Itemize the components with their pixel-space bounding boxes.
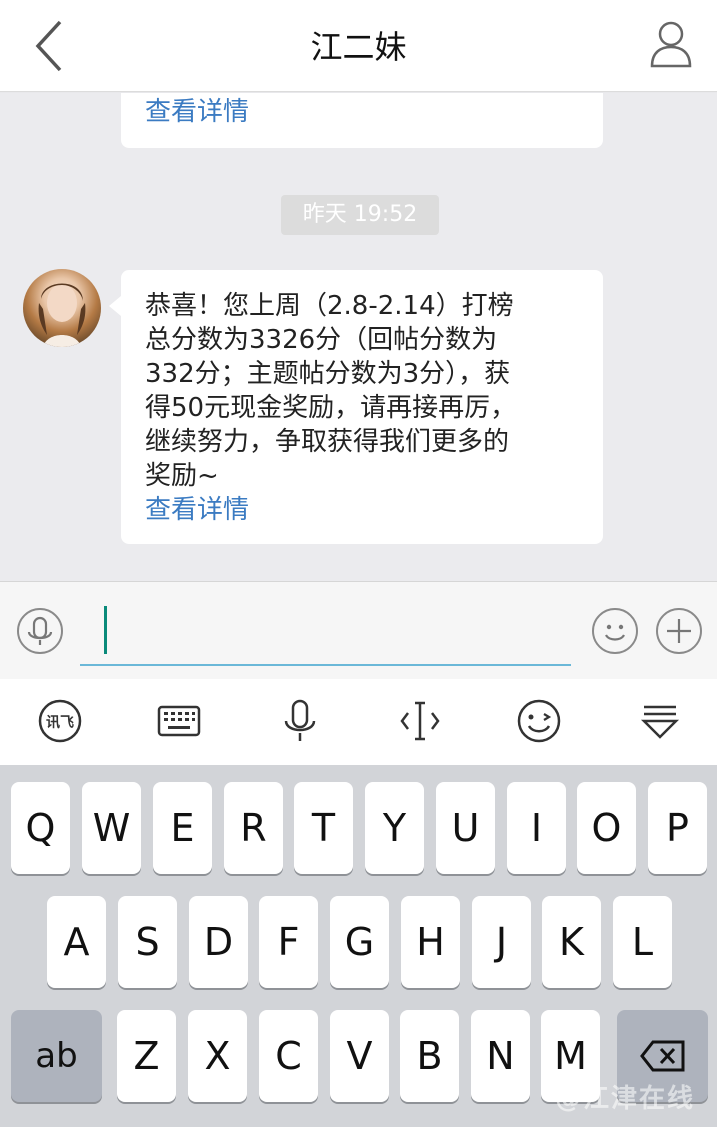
message-line: 总分数为3326分（回帖分数为 xyxy=(145,325,498,355)
ifly-logo-icon[interactable]: 讯飞 xyxy=(36,697,84,745)
key-d[interactable]: D xyxy=(189,896,248,988)
cursor-icon[interactable] xyxy=(396,697,444,745)
key-p[interactable]: P xyxy=(648,782,707,874)
key-y[interactable]: Y xyxy=(365,782,424,874)
message-line: 332分；主题帖分数为3分），获 xyxy=(145,359,511,389)
key-f[interactable]: F xyxy=(259,896,318,988)
avatar[interactable] xyxy=(23,269,101,347)
key-t[interactable]: T xyxy=(294,782,353,874)
plus-icon xyxy=(667,619,691,643)
key-l[interactable]: L xyxy=(613,896,672,988)
page-title: 江二妹 xyxy=(310,28,407,66)
message-bubble: 查看详情 xyxy=(121,93,603,148)
watermark: @江津在线 xyxy=(554,1084,695,1114)
key-c[interactable]: C xyxy=(259,1010,318,1102)
profile-button[interactable] xyxy=(649,20,693,68)
view-details-link[interactable]: 查看详情 xyxy=(145,493,579,527)
key-k[interactable]: K xyxy=(542,896,601,988)
microphone-icon xyxy=(27,616,53,645)
smiley-icon xyxy=(605,624,625,641)
nav-header: 江二妹 xyxy=(0,0,717,92)
key-w[interactable]: W xyxy=(82,782,141,874)
key-j[interactable]: J xyxy=(472,896,531,988)
microphone-icon[interactable] xyxy=(276,697,324,745)
key-e[interactable]: E xyxy=(153,782,212,874)
message-line: 得50元现金奖励，请再接再厉， xyxy=(145,393,517,423)
key-n[interactable]: N xyxy=(471,1010,530,1102)
key-g[interactable]: G xyxy=(330,896,389,988)
message-line: 奖励~ xyxy=(145,461,219,491)
key-u[interactable]: U xyxy=(436,782,495,874)
ime-toolbar: 讯飞 xyxy=(0,679,717,765)
message-input-bar xyxy=(0,581,717,679)
key-o[interactable]: O xyxy=(577,782,636,874)
mode-switch-key[interactable]: ab xyxy=(11,1010,102,1102)
key-r[interactable]: R xyxy=(224,782,283,874)
avatar-image xyxy=(38,283,86,347)
view-details-link[interactable]: 查看详情 xyxy=(145,97,249,127)
key-b[interactable]: B xyxy=(400,1010,459,1102)
voice-input-button[interactable] xyxy=(17,608,63,654)
timestamp-label: 昨天 19:52 xyxy=(281,195,439,235)
keyboard: Q W E R T Y U I O P A S D F G H J K L ab… xyxy=(0,765,717,1127)
svg-text:讯飞: 讯飞 xyxy=(46,715,74,731)
backspace-icon xyxy=(639,1040,684,1072)
key-q[interactable]: Q xyxy=(11,782,70,874)
key-s[interactable]: S xyxy=(118,896,177,988)
key-i[interactable]: I xyxy=(507,782,566,874)
key-z[interactable]: Z xyxy=(117,1010,176,1102)
hide-keyboard-icon[interactable] xyxy=(636,697,684,745)
key-h[interactable]: H xyxy=(401,896,460,988)
chat-area[interactable]: 查看详情 昨天 19:52 恭喜！您上周（2.8-2.14）打榜 总分数为332… xyxy=(0,93,717,581)
add-attachment-button[interactable] xyxy=(656,608,702,654)
person-icon xyxy=(650,21,692,68)
key-a[interactable]: A xyxy=(47,896,106,988)
message-line: 恭喜！您上周（2.8-2.14）打榜 xyxy=(145,291,514,321)
message-input[interactable] xyxy=(80,602,571,666)
keyboard-icon[interactable] xyxy=(155,697,203,745)
key-v[interactable]: V xyxy=(330,1010,389,1102)
message-line: 继续努力，争取获得我们更多的 xyxy=(145,427,510,457)
emoji-wink-icon[interactable] xyxy=(515,697,563,745)
message-bubble: 恭喜！您上周（2.8-2.14）打榜 总分数为3326分（回帖分数为 332分；… xyxy=(109,270,603,544)
key-x[interactable]: X xyxy=(188,1010,247,1102)
emoji-button[interactable] xyxy=(592,608,638,654)
